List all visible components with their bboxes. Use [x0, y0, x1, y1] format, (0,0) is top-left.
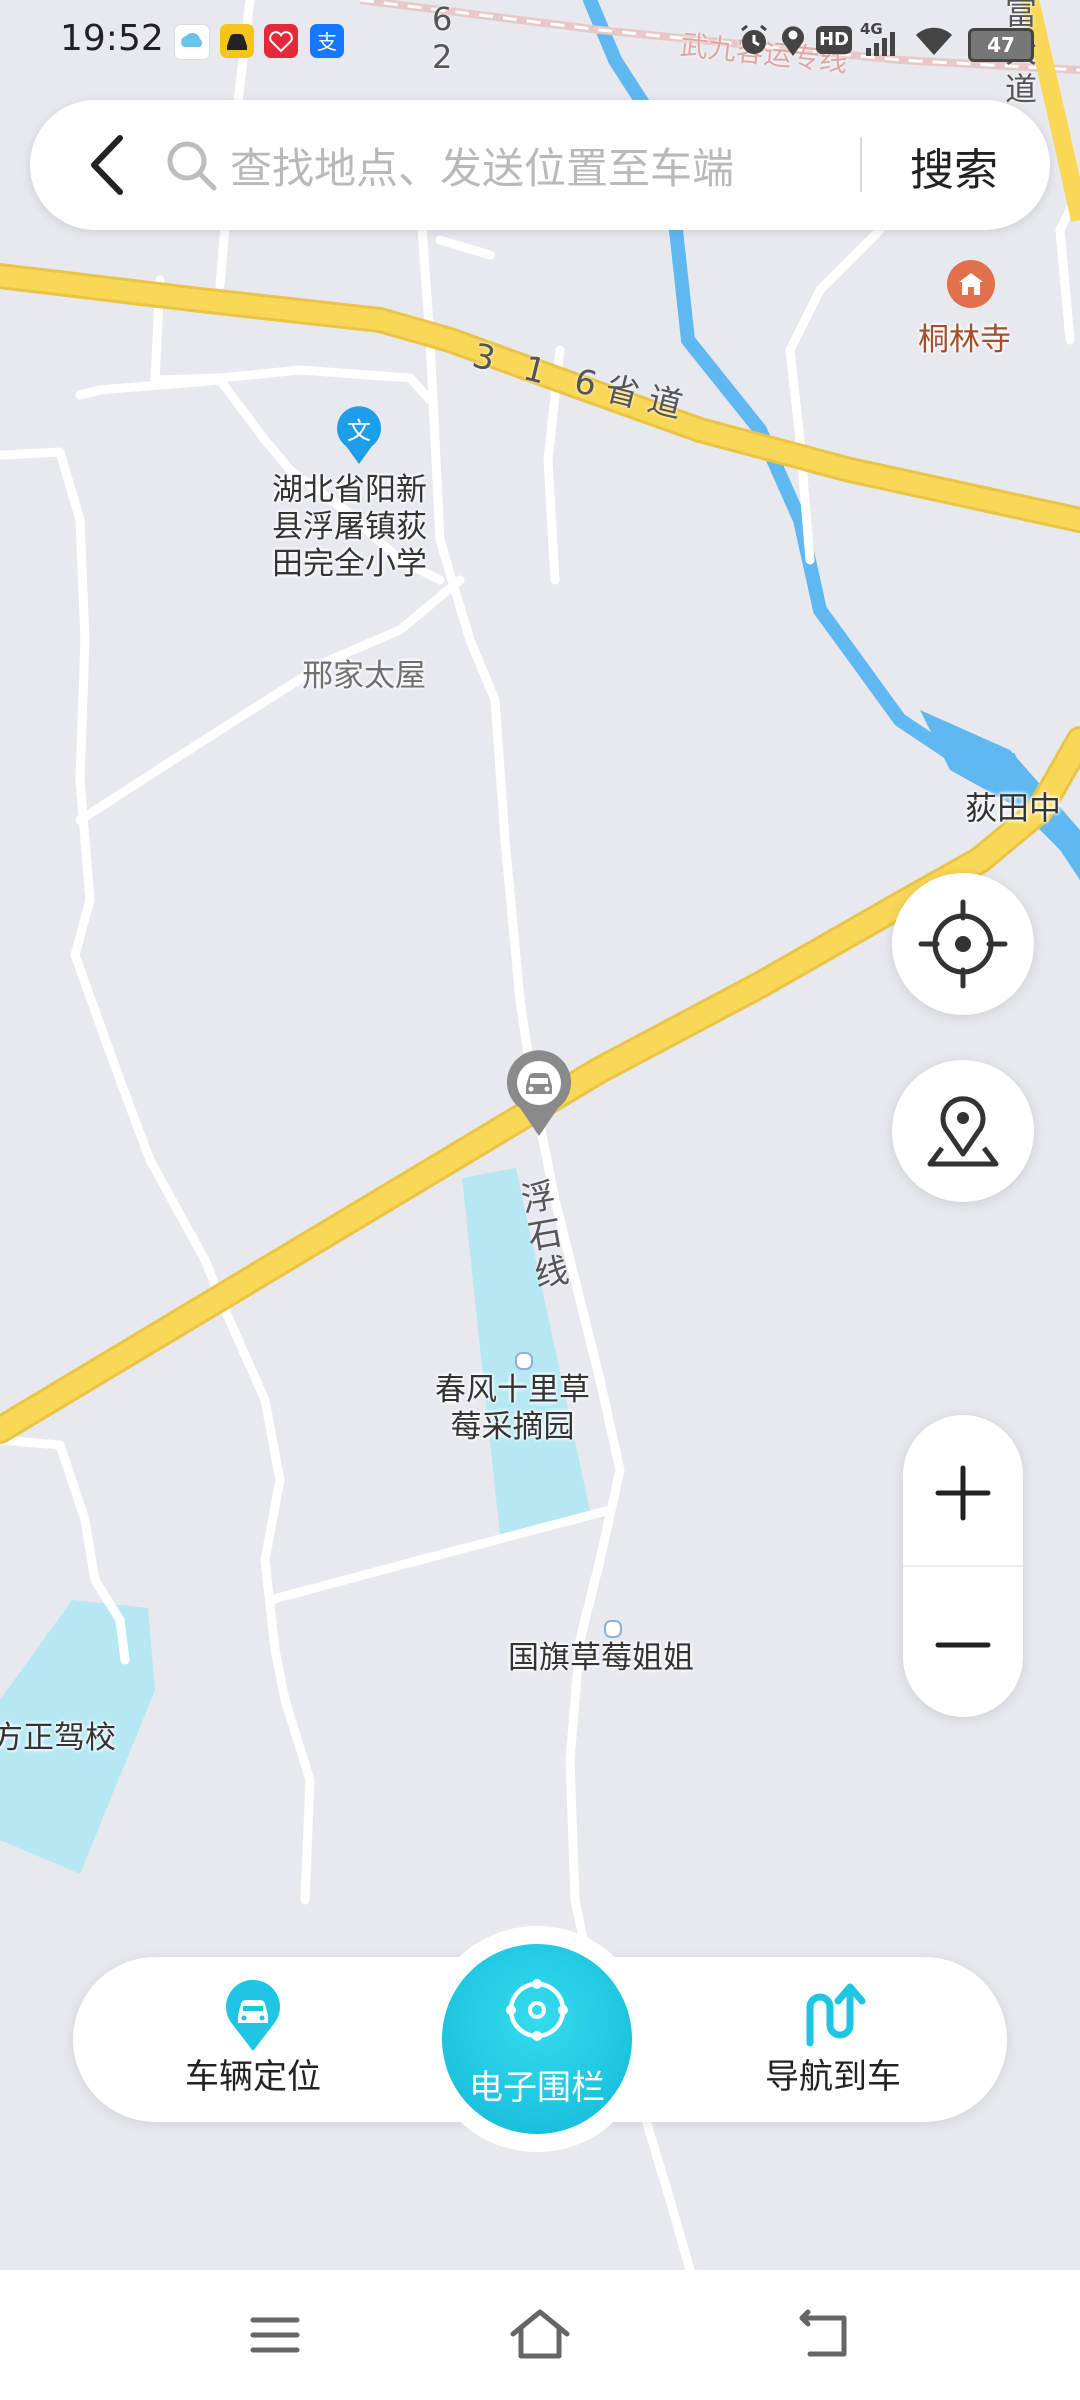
- back-arrow-icon[interactable]: [80, 132, 140, 198]
- geofence-icon: [506, 1979, 568, 2041]
- car-app-icon: [220, 24, 254, 58]
- weather-app-icon: [174, 24, 210, 60]
- status-time: 19:52: [60, 18, 164, 59]
- poi-label-xingjia: 邢家太屋: [302, 658, 426, 694]
- search-divider: [860, 138, 862, 192]
- geofence-label: 电子围栏: [469, 2068, 605, 2108]
- map-pin-icon: [927, 1096, 999, 1167]
- vehicle-locate-label: 车辆定位: [185, 2057, 321, 2097]
- plus-icon: [935, 1465, 991, 1521]
- school-icon[interactable]: 文: [334, 406, 384, 466]
- vehicle-location-button[interactable]: [892, 1060, 1034, 1202]
- zoom-in-button[interactable]: [903, 1415, 1023, 1565]
- svg-text:文: 文: [347, 417, 371, 445]
- back-nav-button[interactable]: [790, 2300, 860, 2370]
- search-icon: [164, 138, 220, 194]
- alipay-app-icon: 支: [310, 24, 344, 58]
- poi-dot-strawberry-sister: [604, 1620, 622, 1638]
- poi-dot-strawberry-farm: [515, 1352, 533, 1370]
- poi-label-driving-school[interactable]: 方正驾校: [0, 1720, 116, 1757]
- car-marker-icon[interactable]: [504, 1050, 574, 1138]
- locate-me-button[interactable]: [892, 873, 1034, 1015]
- home-nav-button[interactable]: [505, 2300, 575, 2370]
- menu-icon: [250, 2317, 300, 2353]
- cellular-signal-icon: 4G: [860, 20, 904, 58]
- crosshair-icon: [918, 899, 1008, 989]
- temple-icon[interactable]: [945, 258, 997, 318]
- system-navigation-bar: [0, 2270, 1080, 2400]
- zoom-out-button[interactable]: [903, 1567, 1023, 1717]
- back-icon: [799, 2309, 847, 2357]
- poi-label-strawberry-sister[interactable]: 国旗草莓姐姐: [508, 1640, 694, 1677]
- location-icon: [778, 22, 808, 58]
- poi-label-strawberry-farm[interactable]: 春风十里草 莓采摘园: [435, 1372, 590, 1446]
- svg-text:支: 支: [317, 30, 337, 54]
- navigate-to-car-label: 导航到车: [765, 2057, 901, 2097]
- route-icon: [806, 1983, 866, 2047]
- poi-label-tonglin-temple[interactable]: 桐林寺: [918, 322, 1011, 359]
- poi-label-school[interactable]: 湖北省阳新 县浮屠镇荻 田完全小学: [272, 472, 427, 583]
- wifi-icon: [914, 22, 954, 58]
- search-input[interactable]: 查找地点、发送位置至车端: [230, 135, 734, 196]
- car-pin-icon: [226, 1979, 280, 2051]
- search-bar[interactable]: 查找地点、发送位置至车端 搜索: [30, 100, 1050, 230]
- geofence-button[interactable]: 电子围栏: [442, 1944, 632, 2134]
- home-icon: [510, 2309, 570, 2359]
- zoom-control: [903, 1415, 1023, 1717]
- battery-indicator: 47: [968, 28, 1034, 62]
- heart-app-icon: [264, 24, 298, 58]
- minus-icon: [935, 1642, 991, 1648]
- poi-label-ditian: 荻田中: [965, 789, 1062, 827]
- vehicle-locate-button[interactable]: 车辆定位: [133, 1957, 373, 2122]
- search-button[interactable]: 搜索: [910, 134, 998, 198]
- alarm-icon: [736, 22, 772, 58]
- status-bar: 19:52 支 HD 4G 47: [0, 0, 1080, 82]
- navigate-to-car-button[interactable]: 导航到车: [713, 1957, 953, 2122]
- hd-icon: HD: [816, 26, 852, 54]
- menu-nav-button[interactable]: [240, 2300, 310, 2370]
